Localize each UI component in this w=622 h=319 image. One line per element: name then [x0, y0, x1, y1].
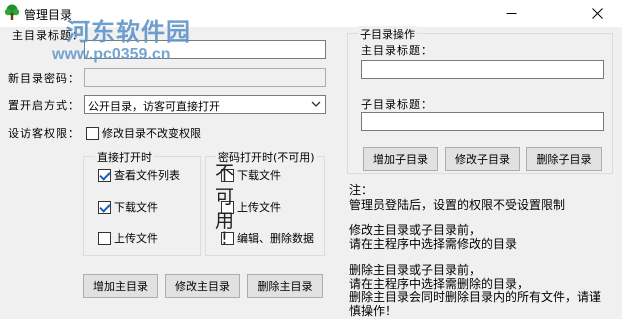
checkbox-box — [98, 200, 111, 214]
sub-title-label: 子目录标题： — [361, 98, 433, 111]
direct-download-checkbox[interactable]: 下载文件 — [98, 199, 158, 215]
delete-sub-dir-button[interactable]: 删除子目录 — [526, 147, 602, 171]
open-mode-label: 置开启方式： — [8, 99, 80, 112]
open-mode-value: 公开目录，访客可直接打开 — [88, 100, 220, 113]
edit-main-dir-button[interactable]: 修改主目录 — [165, 274, 240, 298]
close-button[interactable] — [576, 0, 618, 27]
edit-sub-dir-button[interactable]: 修改子目录 — [445, 147, 520, 171]
direct-upload-checkbox[interactable]: 上传文件 — [98, 230, 158, 246]
password-edit-delete-checkbox[interactable]: 编辑、删除数据 — [221, 230, 314, 246]
sub-dir-group-title: 子目录操作 — [358, 26, 417, 42]
sub-title-input[interactable] — [361, 112, 604, 131]
no-change-permission-label: 修改目录不改变权限 — [102, 127, 201, 140]
add-sub-dir-button[interactable]: 增加子目录 — [363, 147, 438, 171]
minimize-icon — [506, 13, 516, 14]
window-title: 管理目录 — [24, 8, 73, 22]
checkbox-box — [86, 126, 99, 140]
checkbox-box — [98, 231, 111, 245]
close-icon — [591, 8, 603, 19]
minimize-button[interactable] — [490, 0, 532, 27]
right-main-title-input[interactable] — [361, 60, 604, 79]
unavailable-overlay-char: ! — [221, 229, 228, 249]
note-line: 管理员登陆后，设置的权限不受设置限制 — [349, 198, 566, 212]
checkbox-box — [98, 168, 111, 182]
direct-view-list-checkbox[interactable]: 查看文件列表 — [98, 167, 180, 183]
password-download-label: 下载文件 — [237, 169, 281, 182]
watermark-url: www.pc0359.cn — [52, 46, 171, 63]
direct-upload-label: 上传文件 — [114, 232, 158, 245]
guest-permission-label: 设访客权限： — [8, 127, 80, 140]
tree-icon — [4, 4, 20, 20]
password-upload-label: 上传文件 — [237, 201, 281, 214]
direct-view-list-label: 查看文件列表 — [114, 169, 180, 182]
open-mode-select[interactable]: 公开目录，访客可直接打开 — [84, 95, 326, 114]
right-main-title-label: 主目录标题： — [361, 44, 433, 57]
unavailable-overlay-char: 不 — [215, 162, 235, 184]
no-change-permission-checkbox[interactable]: 修改目录不改变权限 — [86, 125, 201, 141]
direct-download-label: 下载文件 — [114, 201, 158, 214]
watermark-site-name: 河东软件园 — [66, 17, 191, 46]
new-password-label: 新目录密码： — [8, 72, 80, 85]
add-main-dir-button[interactable]: 增加主目录 — [83, 274, 158, 298]
password-edit-delete-label: 编辑、删除数据 — [237, 232, 314, 245]
chevron-down-icon — [311, 101, 321, 107]
unavailable-overlay-char: 可 — [215, 186, 235, 208]
note-line: 慎操作！ — [349, 304, 398, 318]
new-password-input[interactable] — [84, 68, 326, 87]
direct-open-title: 直接打开时 — [95, 149, 154, 165]
delete-main-dir-button[interactable]: 删除主目录 — [247, 274, 323, 298]
note-line: 请在主程序中选择需修改的目录 — [349, 237, 518, 251]
